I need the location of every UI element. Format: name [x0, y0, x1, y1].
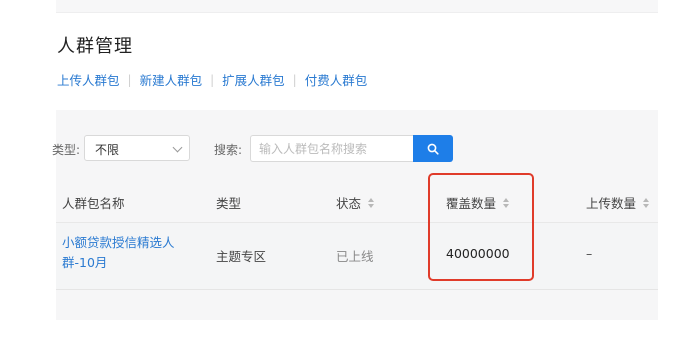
new-audience-link[interactable]: 新建人群包 — [140, 70, 203, 89]
audience-status: 已上线 — [336, 249, 374, 264]
paid-audience-link[interactable]: 付费人群包 — [305, 70, 368, 89]
search-button[interactable] — [413, 135, 453, 162]
search-input[interactable] — [250, 135, 414, 162]
type-select[interactable]: 不限 — [84, 135, 190, 161]
table-header: 人群包名称 类型 状态 覆盖数量 上传数量 — [56, 178, 658, 222]
page-title: 人群管理 — [57, 36, 133, 57]
search-icon — [427, 143, 439, 155]
column-header-status[interactable]: 状态 — [336, 193, 375, 212]
chevron-down-icon — [172, 142, 183, 153]
sort-icon[interactable] — [643, 197, 650, 208]
table-row: 小额贷款授信精选人群-10月 主题专区 已上线 40000000 – — [56, 222, 658, 290]
column-header-label: 人群包名称 — [62, 196, 125, 211]
type-filter-label: 类型: — [52, 143, 81, 157]
column-header-type: 类型 — [216, 193, 241, 212]
column-header-label: 类型 — [216, 196, 242, 211]
top-strip — [56, 0, 658, 13]
column-header-upload[interactable]: 上传数量 — [586, 193, 650, 212]
audience-table: 人群包名称 类型 状态 覆盖数量 上传数量 小额贷款授信精选人群-10月 主题专… — [56, 178, 658, 290]
upload-audience-link[interactable]: 上传人群包 — [57, 70, 120, 89]
audience-type: 主题专区 — [216, 249, 267, 264]
search-label: 搜索: — [214, 143, 243, 157]
action-links: 上传人群包 | 新建人群包 | 扩展人群包 | 付费人群包 — [57, 70, 367, 89]
link-divider: | — [210, 72, 215, 87]
expand-audience-link[interactable]: 扩展人群包 — [222, 70, 285, 89]
link-divider: | — [127, 72, 132, 87]
upload-count: – — [586, 246, 593, 261]
audience-name-link[interactable]: 小额贷款授信精选人群-10月 — [62, 233, 192, 273]
filter-bar: 类型: 不限 搜索: — [52, 135, 658, 163]
link-divider: | — [292, 72, 297, 87]
column-header-name: 人群包名称 — [62, 193, 125, 212]
type-select-value: 不限 — [95, 143, 120, 157]
sort-icon[interactable] — [368, 197, 375, 208]
column-header-label: 上传数量 — [586, 196, 637, 211]
highlight-box — [428, 173, 534, 281]
column-header-label: 状态 — [336, 196, 362, 211]
